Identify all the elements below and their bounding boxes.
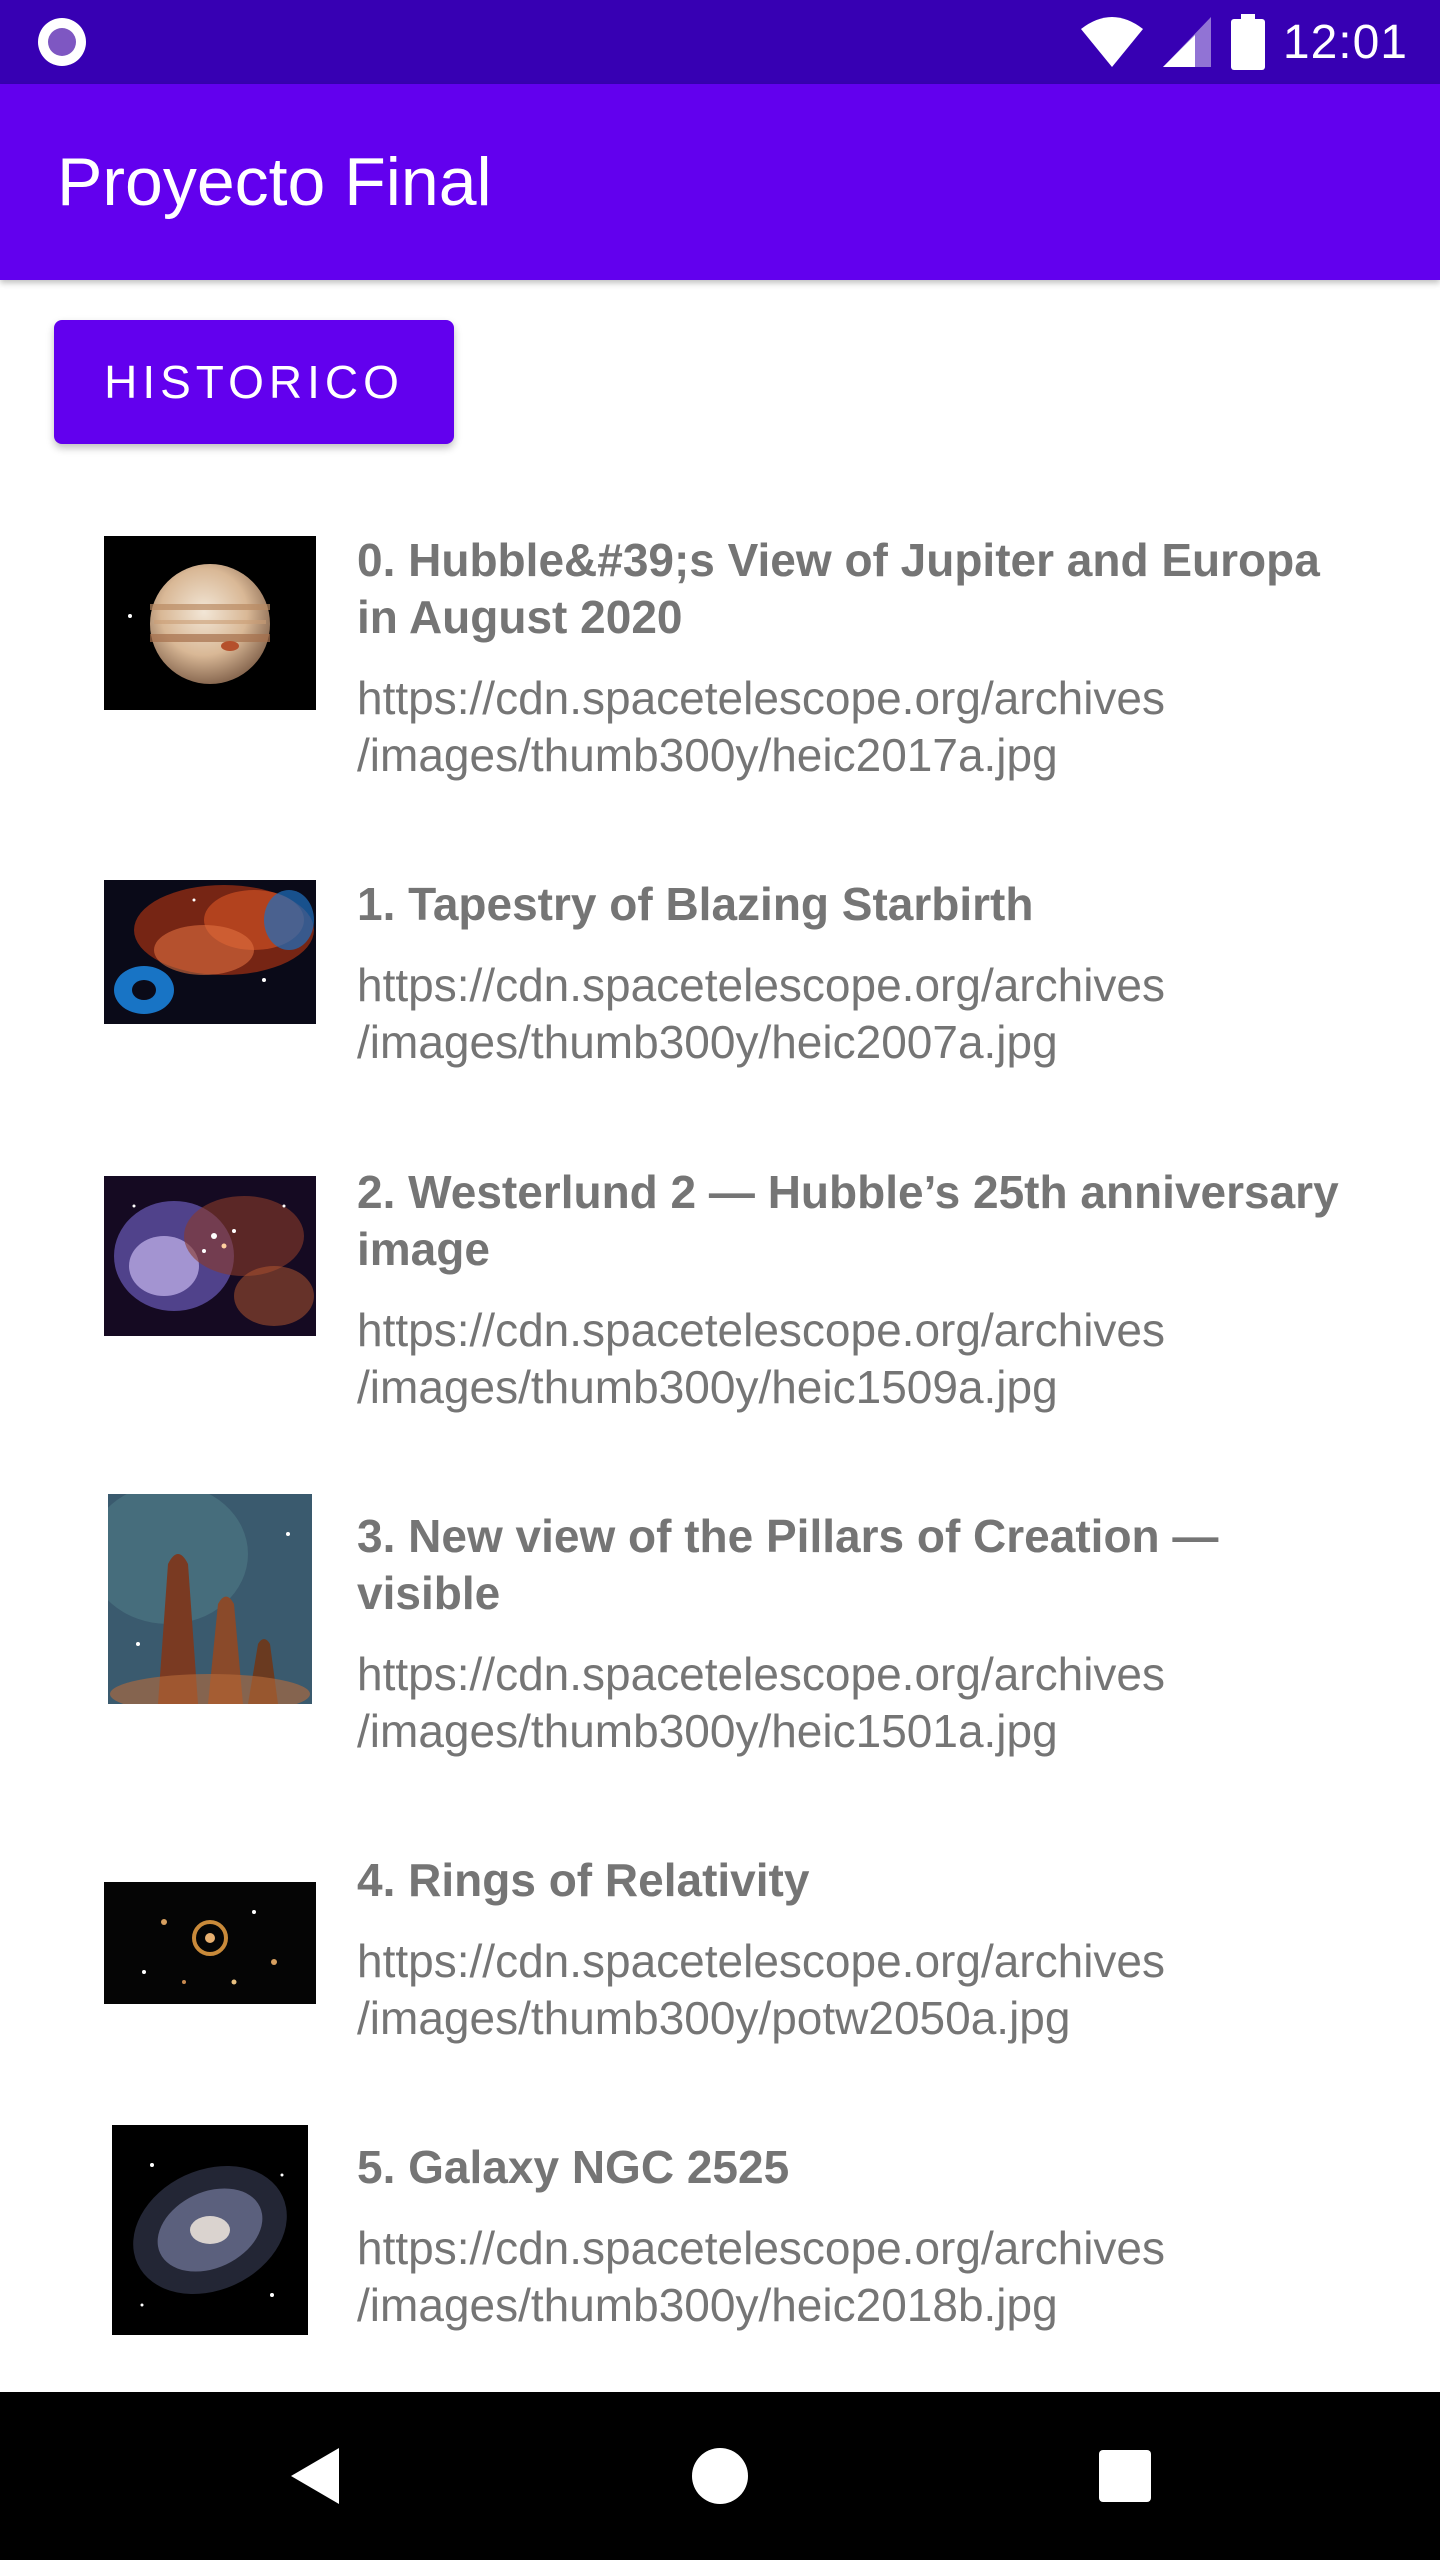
item-url: https://cdn.spacetelescope.org/archives … — [357, 2222, 1166, 2331]
app-bar: Proyecto Final — [0, 84, 1440, 280]
list-item[interactable]: 2. Westerlund 2 — Hubble’s 25th annivers… — [0, 1132, 1440, 1462]
item-title: 3. New view of the Pillars of Creation —… — [357, 1510, 1219, 1619]
item-title: 5. Galaxy NGC 2525 — [357, 2141, 790, 2193]
item-url: https://cdn.spacetelescope.org/archives … — [357, 672, 1166, 781]
list-item[interactable]: 1. Tapestry of Blazing Starbirth https:/… — [0, 844, 1440, 1119]
galaxy-field-image — [104, 1882, 316, 2004]
status-indicators: 12:01 — [1080, 0, 1408, 84]
status-time: 12:01 — [1282, 15, 1408, 69]
pillars-image — [108, 1494, 312, 1704]
recents-square-icon — [1099, 2450, 1151, 2502]
recents-button[interactable] — [1060, 2392, 1190, 2560]
item-title: 0. Hubble&#39;s View of Jupiter and Euro… — [357, 534, 1320, 643]
spiral-galaxy-image — [112, 2125, 308, 2335]
item-title: 2. Westerlund 2 — Hubble’s 25th annivers… — [357, 1166, 1339, 1275]
item-url: https://cdn.spacetelescope.org/archives … — [357, 959, 1166, 1068]
nebula-image — [104, 880, 316, 1024]
status-bar: 12:01 — [0, 0, 1440, 84]
item-title: 1. Tapestry of Blazing Starbirth — [357, 878, 1034, 930]
star-cluster-image — [104, 1176, 316, 1336]
historico-button[interactable]: HISTORICO — [54, 320, 454, 444]
list-item[interactable]: 4. Rings of Relativity https://cdn.space… — [0, 1820, 1440, 2095]
navigation-bar — [0, 2392, 1440, 2560]
list-item[interactable]: 0. Hubble&#39;s View of Jupiter and Euro… — [0, 500, 1440, 830]
battery-icon — [1230, 14, 1265, 70]
app-title: Proyecto Final — [57, 144, 492, 220]
back-button[interactable] — [250, 2392, 380, 2560]
home-button[interactable] — [655, 2392, 785, 2560]
item-url: https://cdn.spacetelescope.org/archives … — [357, 1935, 1166, 2044]
back-triangle-icon — [291, 2448, 339, 2504]
jupiter-image — [104, 536, 316, 710]
item-url: https://cdn.spacetelescope.org/archives … — [357, 1648, 1166, 1757]
item-url: https://cdn.spacetelescope.org/archives … — [357, 1304, 1166, 1413]
item-title: 4. Rings of Relativity — [357, 1854, 810, 1906]
list-item[interactable]: 5. Galaxy NGC 2525 https://cdn.spacetele… — [0, 2107, 1440, 2387]
cellular-signal-icon — [1162, 17, 1211, 67]
wifi-icon — [1080, 17, 1143, 67]
list-item[interactable]: 3. New view of the Pillars of Creation —… — [0, 1476, 1440, 1806]
home-circle-icon — [692, 2448, 748, 2504]
app-notification-icon — [38, 18, 86, 66]
